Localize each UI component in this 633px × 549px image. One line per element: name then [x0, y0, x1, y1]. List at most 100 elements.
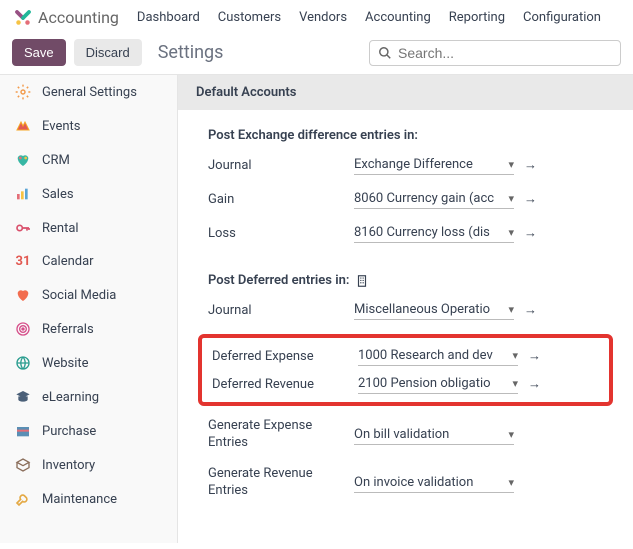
sidebar-item-purchase[interactable]: Purchase [0, 414, 177, 448]
chevron-down-icon: ▾ [508, 226, 514, 239]
sidebar-item-sales[interactable]: Sales [0, 177, 177, 211]
highlight-annotation: Deferred Expense 1000 Research and dev▾ … [198, 334, 613, 406]
sidebar-label: CRM [42, 153, 70, 168]
gain-select[interactable]: 8060 Currency gain (acc▾ [354, 189, 514, 209]
sidebar-label: Rental [42, 221, 79, 236]
generate-block: Generate Expense Entries On bill validat… [178, 418, 633, 524]
gen-revenue-label: Generate Revenue Entries [208, 466, 336, 500]
journal-row: Journal Exchange Difference▾ → [208, 155, 603, 175]
loss-select[interactable]: 8160 Currency loss (dis▾ [354, 223, 514, 243]
external-link-icon[interactable]: → [528, 348, 541, 364]
loss-row: Loss 8160 Currency loss (dis▾ → [208, 223, 603, 243]
search-box[interactable] [369, 40, 621, 66]
section-header: Default Accounts [178, 75, 633, 110]
deferred-expense-select[interactable]: 1000 Research and dev▾ [358, 346, 518, 366]
loss-label: Loss [208, 226, 336, 241]
deferred-title: Post Deferred entries in: [208, 273, 603, 288]
external-link-icon[interactable]: → [528, 376, 541, 392]
deferred-journal-label: Journal [208, 303, 336, 318]
sidebar-label: Purchase [42, 424, 96, 439]
layout: General Settings Events CRM Sales Rental… [0, 74, 633, 543]
exchange-title: Post Exchange difference entries in: [208, 128, 603, 143]
sidebar-item-inventory[interactable]: Inventory [0, 448, 177, 482]
deferred-revenue-select[interactable]: 2100 Pension obligatio▾ [358, 374, 518, 394]
sidebar-item-social[interactable]: Social Media [0, 278, 177, 312]
sidebar-label: General Settings [42, 85, 137, 100]
deferred-revenue-row: Deferred Revenue 2100 Pension obligatio▾… [212, 374, 599, 394]
external-link-icon[interactable]: → [524, 225, 537, 241]
sidebar-item-events[interactable]: Events [0, 109, 177, 143]
key-icon [14, 220, 32, 236]
purchase-icon [14, 423, 32, 439]
chevron-down-icon: ▾ [508, 476, 514, 489]
chevron-down-icon: ▾ [508, 428, 514, 441]
journal-select[interactable]: Exchange Difference▾ [354, 155, 514, 175]
gain-row: Gain 8060 Currency gain (acc▾ → [208, 189, 603, 209]
gen-revenue-row: Generate Revenue Entries On invoice vali… [208, 466, 603, 500]
wrench-icon [14, 491, 32, 507]
nav-accounting[interactable]: Accounting [365, 10, 431, 25]
deferred-expense-label: Deferred Expense [212, 349, 340, 364]
sidebar-label: Social Media [42, 288, 116, 303]
calendar-icon: 31 [14, 254, 32, 269]
discard-button[interactable]: Discard [74, 39, 142, 66]
journal-label: Journal [208, 158, 336, 173]
deferred-expense-row: Deferred Expense 1000 Research and dev▾ … [212, 346, 599, 366]
deferred-revenue-label: Deferred Revenue [212, 377, 340, 392]
topbar: Accounting Dashboard Customers Vendors A… [0, 0, 633, 35]
sidebar-label: Maintenance [42, 492, 117, 507]
crm-icon [14, 152, 32, 168]
chevron-down-icon: ▾ [508, 192, 514, 205]
nav-dashboard[interactable]: Dashboard [137, 10, 200, 25]
external-link-icon[interactable]: → [524, 157, 537, 173]
building-icon [355, 274, 369, 288]
chevron-down-icon: ▾ [508, 158, 514, 171]
nav-configuration[interactable]: Configuration [523, 10, 601, 25]
gen-expense-select[interactable]: On bill validation▾ [354, 425, 514, 445]
save-button[interactable]: Save [12, 39, 66, 66]
sidebar-item-maintenance[interactable]: Maintenance [0, 482, 177, 516]
external-link-icon[interactable]: → [524, 191, 537, 207]
chevron-down-icon: ▾ [508, 303, 514, 316]
exchange-block: Post Exchange difference entries in: Jou… [178, 110, 633, 267]
sidebar-item-website[interactable]: Website [0, 346, 177, 380]
sidebar-label: Inventory [42, 458, 95, 473]
sales-icon [14, 186, 32, 202]
nav-vendors[interactable]: Vendors [299, 10, 347, 25]
event-icon [14, 118, 32, 134]
sidebar-item-rental[interactable]: Rental [0, 211, 177, 245]
deferred-journal-row: Journal Miscellaneous Operatio▾ → [208, 300, 603, 320]
search-icon [378, 46, 392, 60]
chevron-down-icon: ▾ [512, 377, 518, 390]
sidebar-item-elearning[interactable]: eLearning [0, 380, 177, 414]
breadcrumb: Settings [158, 42, 224, 63]
sidebar-label: Referrals [42, 322, 94, 337]
nav-customers[interactable]: Customers [218, 10, 281, 25]
gear-icon [14, 84, 32, 100]
graduation-icon [14, 389, 32, 405]
external-link-icon[interactable]: → [524, 302, 537, 318]
sidebar: General Settings Events CRM Sales Rental… [0, 75, 178, 543]
gen-revenue-select[interactable]: On invoice validation▾ [354, 473, 514, 493]
sidebar-item-calendar[interactable]: 31 Calendar [0, 245, 177, 278]
sidebar-item-general-settings[interactable]: General Settings [0, 75, 177, 109]
heart-icon [14, 287, 32, 303]
box-icon [14, 457, 32, 473]
brand-name: Accounting [38, 8, 119, 27]
search-input[interactable] [398, 45, 612, 61]
gen-expense-row: Generate Expense Entries On bill validat… [208, 418, 603, 452]
sidebar-label: Website [42, 356, 89, 371]
sidebar-label: Sales [42, 187, 74, 202]
sidebar-label: Calendar [42, 254, 94, 269]
deferred-journal-select[interactable]: Miscellaneous Operatio▾ [354, 300, 514, 320]
gain-label: Gain [208, 192, 336, 207]
globe-icon [14, 355, 32, 371]
sidebar-label: eLearning [42, 390, 99, 405]
app-icon [14, 9, 32, 27]
nav-reporting[interactable]: Reporting [449, 10, 505, 25]
toolbar: Save Discard Settings [0, 35, 633, 74]
sidebar-item-referrals[interactable]: Referrals [0, 312, 177, 346]
chevron-down-icon: ▾ [512, 349, 518, 362]
gen-expense-label: Generate Expense Entries [208, 418, 336, 452]
sidebar-item-crm[interactable]: CRM [0, 143, 177, 177]
